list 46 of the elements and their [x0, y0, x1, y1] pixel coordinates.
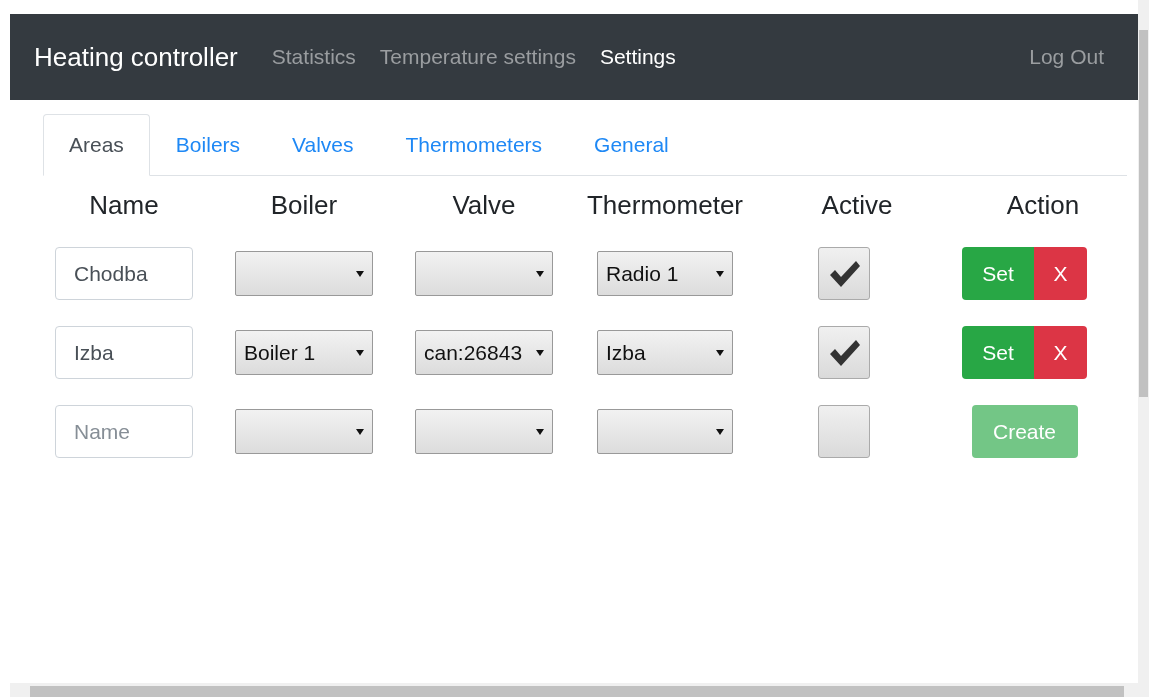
- delete-button[interactable]: X: [1034, 326, 1087, 379]
- checkbox[interactable]: [818, 405, 870, 458]
- select-dropdown[interactable]: Radio 1: [597, 251, 733, 296]
- caret-icon: [716, 349, 724, 356]
- vertical-scrollbar[interactable]: [1138, 0, 1149, 697]
- nav-link[interactable]: Statistics: [271, 45, 356, 69]
- caret-icon: [716, 428, 724, 435]
- set-button[interactable]: Set: [962, 247, 1034, 300]
- logout-link[interactable]: Log Out: [1029, 45, 1104, 69]
- caret-icon: [536, 428, 544, 435]
- tab[interactable]: General: [568, 114, 695, 176]
- checkbox[interactable]: [818, 326, 870, 379]
- column-header: Action: [1005, 190, 1081, 221]
- caret-icon: [356, 270, 364, 277]
- select-dropdown[interactable]: Boiler 1: [235, 330, 373, 375]
- name-input[interactable]: Chodba: [55, 247, 193, 300]
- column-header: Valve: [451, 190, 517, 221]
- checkbox[interactable]: [818, 247, 870, 300]
- horizontal-scrollbar[interactable]: [10, 683, 1138, 697]
- tab[interactable]: Boilers: [149, 114, 267, 176]
- select-dropdown[interactable]: [597, 409, 733, 454]
- select-dropdown[interactable]: [235, 251, 373, 296]
- caret-icon: [536, 349, 544, 356]
- name-input[interactable]: Name: [55, 405, 193, 458]
- select-dropdown[interactable]: can:26843: [415, 330, 553, 375]
- nav-link[interactable]: Settings: [599, 45, 676, 69]
- select-dropdown[interactable]: Izba: [597, 330, 733, 375]
- caret-icon: [356, 349, 364, 356]
- tab[interactable]: Areas: [43, 114, 150, 176]
- column-header: Name: [88, 190, 160, 221]
- column-header: Boiler: [269, 190, 339, 221]
- caret-icon: [716, 270, 724, 277]
- caret-icon: [356, 428, 364, 435]
- select-dropdown[interactable]: [235, 409, 373, 454]
- set-button[interactable]: Set: [962, 326, 1034, 379]
- tab[interactable]: Thermometers: [379, 114, 569, 176]
- delete-button[interactable]: X: [1034, 247, 1087, 300]
- select-dropdown[interactable]: [415, 251, 553, 296]
- column-header: Thermometer: [585, 190, 744, 221]
- caret-icon: [536, 270, 544, 277]
- name-input[interactable]: Izba: [55, 326, 193, 379]
- nav-link[interactable]: Temperature settings: [379, 45, 576, 69]
- select-dropdown[interactable]: [415, 409, 553, 454]
- brand-title[interactable]: Heating controller: [34, 41, 238, 73]
- column-header: Active: [820, 190, 894, 221]
- tab[interactable]: Valves: [266, 114, 380, 176]
